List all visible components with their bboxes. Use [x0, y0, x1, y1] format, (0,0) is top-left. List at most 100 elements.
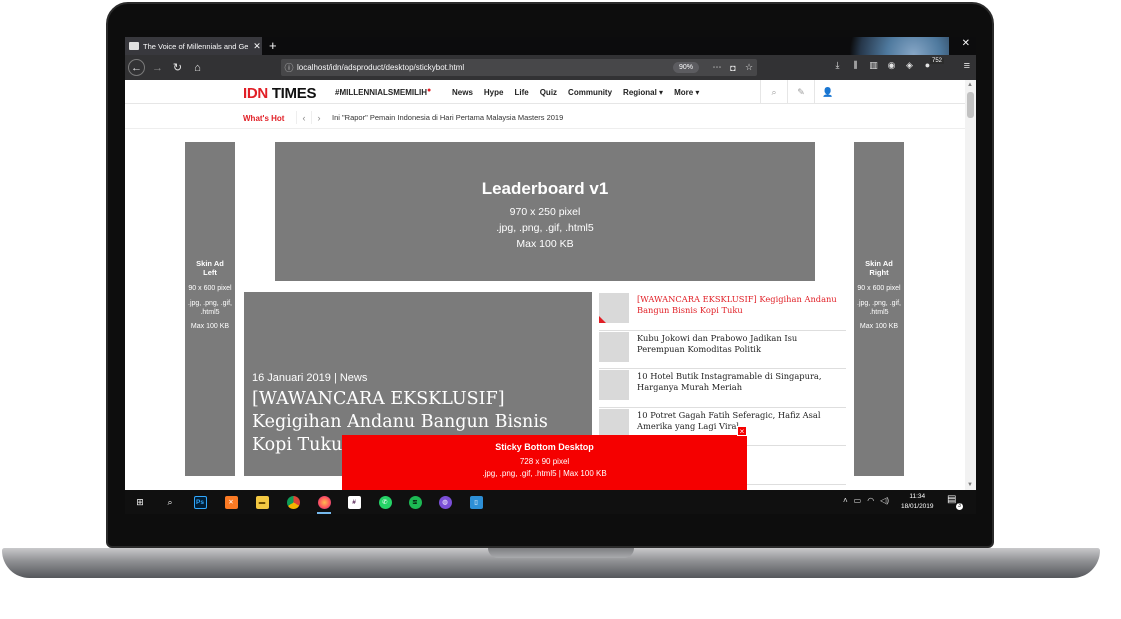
wifi-icon[interactable]: ◠	[867, 496, 874, 505]
menu-item-news[interactable]: News	[452, 88, 473, 97]
thumbnail	[599, 408, 629, 439]
tab-favicon-icon	[129, 42, 139, 50]
chrome-icon	[286, 495, 300, 509]
taskbar-app-whatsapp[interactable]: ✆	[376, 493, 394, 511]
folder-icon: ▬	[255, 495, 269, 509]
scroll-down-icon[interactable]: ▼	[967, 482, 973, 488]
reload-icon: ↻	[172, 62, 183, 74]
downloads-icon[interactable]: ⤓	[831, 60, 844, 71]
menu-item-regional[interactable]: Regional ▾	[623, 88, 663, 97]
battery-icon[interactable]: ▭	[854, 496, 862, 505]
user-icon[interactable]: 👤	[814, 80, 841, 104]
firefox-icon	[317, 495, 331, 509]
taskbar-app-messenger[interactable]: ◍	[436, 493, 454, 511]
sticky-bottom-ad[interactable]: Sticky Bottom Desktop 728 x 90 pixel .jp…	[342, 435, 747, 490]
skin-ad-right[interactable]: Skin Ad Right 90 x 600 pixel .jpg, .png,…	[854, 142, 904, 476]
browser-tab[interactable]: The Voice of Millennials and Gen Z ✕	[125, 37, 262, 55]
taskbar-app-explorer[interactable]: ▬	[253, 493, 271, 511]
library-icon[interactable]: ⫼	[849, 60, 862, 71]
list-item[interactable]: Kubu Jokowi dan Prabowo Jadikan Isu Pere…	[599, 331, 846, 369]
laptop-screen: The Voice of Millennials and Gen Z ✕ + ✕…	[125, 37, 976, 514]
taskbar-app-photoshop[interactable]: Ps	[191, 493, 209, 511]
tab-close-icon[interactable]: ✕	[252, 41, 262, 52]
idn-times-logo[interactable]: IDN TIMES	[243, 85, 316, 102]
site-info-icon[interactable]: ⓘ	[281, 61, 297, 74]
back-button[interactable]: ←	[128, 59, 145, 76]
site-menu: News Hype Life Quiz Community Regional ▾…	[452, 88, 699, 97]
hashtag-link[interactable]: #MILLENNIALSMEMILIH●	[335, 87, 431, 97]
thumbnail	[599, 331, 629, 362]
taskbar-app-firefox[interactable]	[315, 493, 333, 514]
sticky-close-button[interactable]: ×	[737, 426, 747, 436]
taskbar-app-spotify[interactable]: ≋	[406, 493, 424, 511]
taskbar-clock[interactable]: 11:34 18/01/2019	[901, 492, 934, 512]
arrow-left-icon: ←	[131, 61, 142, 74]
toolbar-extensions: ⤓ ⫼ ▥ ◉ ◈ ●	[831, 60, 934, 71]
search-icon[interactable]: ⌕	[760, 80, 787, 104]
whats-hot-bar: What's Hot ‹ › Ini "Rapor" Pemain Indone…	[125, 105, 965, 129]
laptop-notch	[488, 548, 634, 558]
taskbar-app-slack[interactable]: #	[345, 493, 363, 511]
extension-icon[interactable]: ◈	[903, 60, 916, 71]
browser-tab-bar: The Voice of Millennials and Gen Z ✕ + ✕	[125, 37, 976, 87]
tab-title: The Voice of Millennials and Gen Z	[143, 41, 248, 51]
extension-badge: 752	[930, 58, 945, 64]
window-app-icon: ▯	[469, 495, 483, 509]
notification-badge: 3	[956, 503, 963, 510]
hero-meta: 16 Januari 2019 | News	[252, 372, 368, 384]
menu-hamburger-icon[interactable]: ≡	[964, 60, 970, 72]
scrollbar-thumb[interactable]	[967, 92, 974, 118]
chevron-left-icon[interactable]: ‹	[296, 111, 311, 124]
whats-hot-headline[interactable]: Ini "Rapor" Pemain Indonesia di Hari Per…	[332, 113, 563, 122]
list-item[interactable]: [WAWANCARA EKSKLUSIF] Kegigihan Andanu B…	[599, 292, 846, 331]
menu-item-more[interactable]: More ▾	[674, 88, 699, 97]
skin-ad-left[interactable]: Skin Ad Left 90 x 600 pixel .jpg, .png, …	[185, 142, 235, 476]
taskbar-search-button[interactable]: ⌕	[161, 493, 179, 511]
windows-taskbar: ⊞ ⌕ Ps ✕ ▬ # ✆ ≋ ◍ ▯ ˄ ▭ ◠ ◁) 11:34 18/0…	[125, 490, 976, 514]
volume-icon[interactable]: ◁)	[880, 496, 889, 505]
page-scrollbar[interactable]: ▲ ▼	[965, 80, 976, 490]
whatsapp-icon: ✆	[378, 495, 392, 509]
taskbar-app-xampp[interactable]: ✕	[222, 493, 240, 511]
taskbar-app-window[interactable]: ▯	[467, 493, 485, 511]
start-button[interactable]: ⊞	[131, 493, 149, 511]
zoom-indicator[interactable]: 90%	[672, 62, 699, 73]
site-header: IDN TIMES #MILLENNIALSMEMILIH● News Hype…	[125, 80, 965, 104]
home-icon: ⌂	[194, 61, 201, 74]
reload-button[interactable]: ↻	[169, 59, 186, 76]
pencil-icon[interactable]: ✎	[787, 80, 814, 104]
windows-logo-icon: ⊞	[136, 496, 144, 507]
menu-item-community[interactable]: Community	[568, 88, 612, 97]
search-icon: ⌕	[167, 496, 173, 507]
window-close-button[interactable]: ✕	[962, 38, 970, 49]
extension-icon[interactable]: ◉	[885, 60, 898, 71]
sidebar-icon[interactable]: ▥	[867, 60, 880, 71]
forward-button[interactable]: →	[149, 59, 166, 76]
thumbnail	[599, 293, 629, 323]
chevron-right-icon[interactable]: ›	[311, 111, 326, 124]
menu-item-life[interactable]: Life	[514, 88, 528, 97]
leaderboard-ad[interactable]: Leaderboard v1 970 x 250 pixel .jpg, .pn…	[275, 142, 815, 281]
home-button[interactable]: ⌂	[189, 59, 206, 76]
whats-hot-label: What's Hot	[243, 114, 285, 123]
new-tab-button[interactable]: +	[269, 38, 277, 53]
page-actions-icon[interactable]: ⋯	[709, 62, 725, 73]
site-header-icons: ⌕ ✎ 👤	[760, 80, 841, 104]
menu-item-quiz[interactable]: Quiz	[540, 88, 557, 97]
arrow-right-icon: →	[152, 61, 163, 74]
taskbar-app-chrome[interactable]	[284, 493, 302, 511]
action-center-icon[interactable]: ▤	[947, 494, 956, 505]
browser-toolbar: ← → ↻ ⌂ ⓘ localhost/idn/adsproduct/deskt…	[125, 55, 976, 80]
menu-item-hype[interactable]: Hype	[484, 88, 504, 97]
chevron-up-icon[interactable]: ˄	[843, 496, 848, 505]
bookmark-star-icon[interactable]: ☆	[741, 62, 757, 73]
url-text[interactable]: localhost/idn/adsproduct/desktop/stickyb…	[297, 63, 673, 72]
scroll-up-icon[interactable]: ▲	[967, 82, 973, 88]
address-bar[interactable]: ⓘ localhost/idn/adsproduct/desktop/stick…	[281, 59, 757, 76]
pocket-icon[interactable]: ◘	[725, 63, 741, 73]
slack-icon: #	[347, 495, 361, 509]
messenger-icon: ◍	[438, 495, 452, 509]
list-item[interactable]: 10 Hotel Butik Instagramable di Singapur…	[599, 369, 846, 408]
spotify-icon: ≋	[408, 495, 422, 509]
whats-hot-arrows: ‹ ›	[296, 111, 326, 124]
